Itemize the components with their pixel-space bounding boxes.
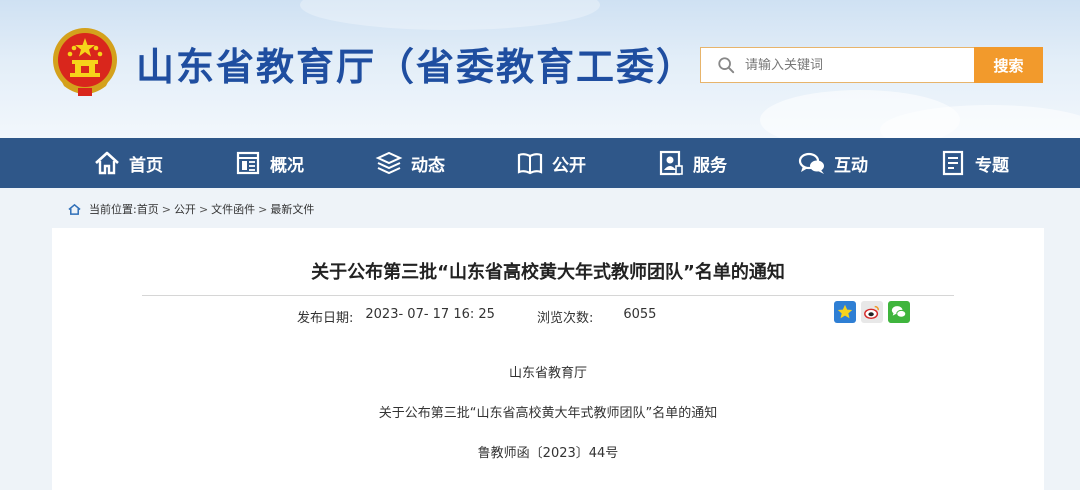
breadcrumb-item-latest[interactable]: 最新文件 — [270, 201, 314, 217]
home-small-icon — [68, 203, 81, 215]
publish-date-label: 发布日期: — [297, 311, 354, 326]
share-bar — [834, 301, 915, 323]
nav-item-home[interactable]: 首页 — [58, 138, 199, 188]
nav-label: 首页 — [129, 155, 163, 176]
search-box — [700, 47, 975, 83]
body-line-issuer: 山东省教育厅 — [508, 366, 587, 381]
favorite-star-icon[interactable] — [834, 301, 856, 323]
search-icon — [718, 57, 735, 74]
breadcrumb-separator: > — [198, 202, 209, 216]
nav-item-news[interactable]: 动态 — [340, 138, 481, 188]
banner-cloud — [300, 0, 600, 30]
breadcrumb-item-documents[interactable]: 文件函件 — [211, 201, 255, 217]
chat-icon — [798, 152, 824, 174]
breadcrumb-item-home[interactable]: 首页 — [137, 201, 159, 217]
search-button[interactable]: 搜索 — [974, 47, 1043, 83]
body-line-doc-number: 鲁教师函〔2023〕44号 — [477, 446, 619, 461]
nav-label: 概况 — [270, 155, 304, 176]
nav-label: 服务 — [693, 155, 727, 176]
wechat-icon[interactable] — [888, 301, 910, 323]
overview-icon — [236, 151, 260, 175]
breadcrumb-prefix: 当前位置: — [89, 203, 137, 216]
site-title: 山东省教育厅（省委教育工委） — [136, 45, 697, 89]
article-meta: 发布日期: 2023- 07- 17 16: 25 浏览次数: 6055 — [297, 307, 656, 326]
topic-icon — [942, 150, 964, 176]
article-card: 关于公布第三批“山东省高校黄大年式教师团队”名单的通知 发布日期: 2023- … — [52, 228, 1044, 490]
breadcrumb: 当前位置: 首页 > 公开 > 文件函件 > 最新文件 — [68, 200, 314, 218]
open-book-icon — [517, 153, 543, 175]
nav-item-topic[interactable]: 专题 — [904, 138, 1045, 188]
site-header: 山东省教育厅（省委教育工委） 搜索 — [0, 0, 1080, 138]
body-line-doc-title: 关于公布第三批“山东省高校黄大年式教师团队”名单的通知 — [378, 406, 718, 421]
news-stack-icon — [375, 151, 403, 175]
nav-item-interact[interactable]: 互动 — [763, 138, 904, 188]
home-icon — [95, 151, 119, 175]
views-value: 6055 — [623, 307, 657, 322]
title-divider — [142, 295, 954, 296]
main-nav: 首页 概况 动态 公开 服务 互动 专题 — [0, 138, 1080, 188]
views-label: 浏览次数: — [536, 311, 594, 326]
nav-label: 公开 — [552, 155, 586, 176]
breadcrumb-separator: > — [258, 202, 268, 216]
breadcrumb-item-open[interactable]: 公开 — [174, 201, 196, 217]
nav-label: 互动 — [834, 155, 868, 176]
nav-item-overview[interactable]: 概况 — [199, 138, 340, 188]
nav-item-open[interactable]: 公开 — [481, 138, 622, 188]
breadcrumb-separator: > — [161, 202, 171, 216]
service-icon — [659, 150, 683, 176]
weibo-icon[interactable] — [861, 301, 883, 323]
national-emblem-icon[interactable] — [50, 26, 120, 100]
nav-item-service[interactable]: 服务 — [622, 138, 763, 188]
search-input[interactable] — [745, 57, 955, 73]
article-title: 关于公布第三批“山东省高校黄大年式教师团队”名单的通知 — [311, 262, 785, 283]
publish-date-value: 2023- 07- 17 16: 25 — [365, 307, 495, 322]
nav-label: 专题 — [975, 155, 1009, 176]
nav-label: 动态 — [411, 155, 445, 176]
